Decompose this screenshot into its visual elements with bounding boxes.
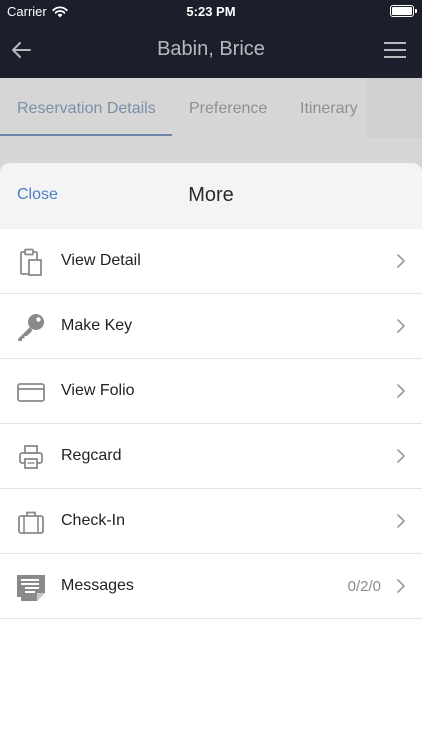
- battery-icon: [390, 5, 417, 17]
- more-actions-sheet: Close More View Detail Make Key View Fol…: [0, 163, 422, 750]
- tab-preference[interactable]: Preference: [189, 78, 267, 138]
- menu-item-label: Check-In: [61, 512, 126, 529]
- messages-count: 0/2/0: [347, 578, 381, 595]
- tab-reservation-details[interactable]: Reservation Details: [0, 78, 172, 136]
- status-bar: Carrier 5:23 PM: [0, 0, 422, 22]
- menu-item-label: Messages: [61, 577, 134, 594]
- menu-item-view-folio[interactable]: View Folio: [0, 359, 422, 424]
- menu-item-regcard[interactable]: Regcard: [0, 424, 422, 489]
- guest-name-title: Babin, Brice: [157, 38, 265, 60]
- menu-item-messages[interactable]: Messages 0/2/0: [0, 554, 422, 619]
- chevron-right-icon: [397, 254, 405, 268]
- menu-item-check-in[interactable]: Check-In: [0, 489, 422, 554]
- chevron-right-icon: [397, 579, 405, 593]
- menu-item-label: Make Key: [61, 317, 133, 334]
- chevron-right-icon: [397, 514, 405, 528]
- tab-bar: Reservation Details Preference Itinerary: [0, 78, 422, 144]
- message-icon: [17, 575, 45, 601]
- tab-itinerary[interactable]: Itinerary: [300, 78, 358, 138]
- clipboard-icon: [20, 248, 42, 276]
- tab-scroll-fade: [366, 78, 422, 138]
- menu-item-label: View Folio: [61, 382, 135, 399]
- chevron-right-icon: [397, 319, 405, 333]
- navigation-bar: Babin, Brice: [0, 22, 422, 78]
- printer-icon: [19, 445, 43, 469]
- credit-card-icon: [17, 383, 45, 402]
- chevron-right-icon: [397, 449, 405, 463]
- hamburger-menu-icon[interactable]: [384, 40, 406, 60]
- status-time: 5:23 PM: [186, 4, 236, 19]
- actions-list: View Detail Make Key View Folio Regcard …: [0, 229, 422, 619]
- menu-item-label: View Detail: [61, 252, 141, 269]
- suitcase-icon: [18, 511, 44, 534]
- key-icon: [18, 314, 44, 341]
- sheet-title: More: [188, 184, 234, 206]
- chevron-right-icon: [397, 384, 405, 398]
- menu-item-label: Regcard: [61, 447, 122, 464]
- menu-item-make-key[interactable]: Make Key: [0, 294, 422, 359]
- menu-item-view-detail[interactable]: View Detail: [0, 229, 422, 294]
- sheet-header: Close More: [0, 163, 422, 229]
